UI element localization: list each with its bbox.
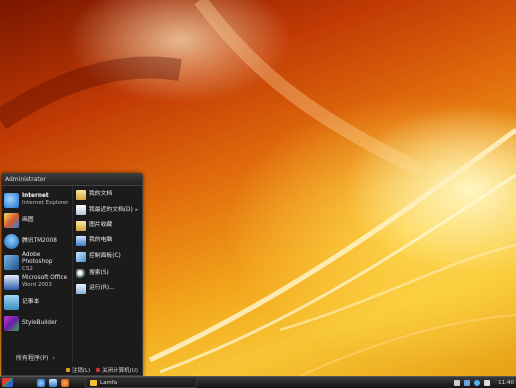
photoshop-icon: [4, 254, 19, 270]
program-title: 画图: [22, 216, 34, 223]
program-subtitle: Internet Explorer: [22, 200, 69, 206]
start-menu-footer: 注销(L) 关闭计算机(U): [2, 364, 142, 375]
paint-icon: [4, 212, 19, 228]
start-menu-places-column: 我的文档 我最近的文档(D) ▸ 图片收藏 我的电脑 控制面板(C) 搜索(S)…: [72, 186, 143, 361]
program-stylebuilder[interactable]: StyleBuilder: [4, 313, 72, 333]
log-off-label: 注销(L): [71, 367, 91, 374]
run-icon: [76, 283, 86, 294]
tray-keyboard-icon[interactable]: [454, 379, 461, 386]
program-paint[interactable]: 画图: [4, 210, 72, 230]
place-control-panel[interactable]: 控制面板(C): [76, 250, 142, 263]
place-my-pictures[interactable]: 图片收藏: [76, 219, 142, 232]
system-tray: 11:40: [454, 378, 514, 387]
quick-launch-show-desktop-icon[interactable]: [49, 378, 57, 387]
log-off-icon: [65, 368, 70, 372]
stylebuilder-icon: [4, 315, 19, 331]
program-notepad[interactable]: 记事本: [4, 292, 72, 312]
place-label: 我的电脑: [89, 237, 113, 244]
quick-launch-ie-icon[interactable]: [37, 378, 45, 387]
clock[interactable]: 11:40: [498, 380, 514, 386]
folder-icon: [90, 379, 97, 386]
program-photoshop[interactable]: Adobe Photoshop CS2: [4, 252, 72, 272]
place-my-computer[interactable]: 我的电脑: [76, 234, 142, 247]
taskbar-item-lamfa[interactable]: Lamfa: [85, 377, 197, 388]
program-title: StyleBuilder: [22, 319, 58, 326]
taskbar: Lamfa 11:40: [0, 376, 516, 388]
program-title: 腾讯TM2008: [22, 237, 57, 244]
program-word[interactable]: Microsoft Office Word 2003: [4, 272, 72, 292]
place-label: 运行(R)...: [89, 285, 115, 292]
start-menu: Administrator Internet Internet Explorer …: [1, 173, 143, 376]
word-icon: [4, 274, 19, 290]
place-run[interactable]: 运行(R)...: [76, 282, 142, 295]
internet-explorer-icon: [4, 192, 19, 208]
submenu-arrow-icon: ▸: [135, 207, 138, 213]
all-programs-button[interactable]: 所有程序(P) ›: [16, 353, 55, 362]
my-computer-icon: [76, 235, 86, 246]
place-label: 我最近的文档(D): [89, 206, 133, 213]
program-tencent-tm[interactable]: 腾讯TM2008: [4, 231, 72, 251]
search-icon: [76, 268, 86, 279]
taskbar-item-label: Lamfa: [100, 379, 118, 386]
shut-down-button[interactable]: 关闭计算机(U): [96, 366, 138, 374]
control-panel-icon: [76, 251, 86, 262]
tray-qq-icon[interactable]: [474, 379, 481, 386]
program-subtitle: Word 2003: [22, 282, 52, 288]
shut-down-label: 关闭计算机(U): [102, 367, 138, 374]
program-title: Microsoft Office: [22, 275, 68, 281]
place-recent-documents[interactable]: 我最近的文档(D) ▸: [76, 202, 142, 218]
chevron-right-icon: ›: [52, 355, 55, 362]
program-title: 记事本: [22, 298, 40, 305]
place-label: 控制面板(C): [89, 253, 121, 260]
my-documents-icon: [76, 189, 86, 200]
place-label: 搜索(S): [89, 270, 109, 277]
place-label: 我的文档: [89, 191, 113, 198]
tencent-tm-icon: [4, 233, 19, 249]
recent-documents-icon: [76, 205, 86, 215]
my-pictures-icon: [76, 220, 86, 231]
start-menu-programs-column: Internet Internet Explorer 画图 腾讯TM2008 Ad…: [2, 186, 72, 346]
all-programs-label: 所有程序(P): [16, 355, 49, 362]
place-search[interactable]: 搜索(S): [76, 267, 142, 280]
place-label: 图片收藏: [89, 222, 113, 229]
log-off-button[interactable]: 注销(L): [65, 366, 91, 374]
tray-volume-icon[interactable]: [484, 379, 491, 386]
notepad-icon: [4, 294, 19, 310]
program-internet-explorer[interactable]: Internet Internet Explorer: [4, 190, 72, 210]
tray-network-icon[interactable]: [464, 379, 471, 386]
start-menu-user-name: Administrator: [2, 174, 142, 186]
program-title: Adobe Photoshop: [22, 251, 53, 265]
place-my-documents[interactable]: 我的文档: [76, 188, 142, 201]
program-title: Internet: [22, 193, 49, 199]
power-icon: [96, 368, 101, 372]
start-button[interactable]: [2, 378, 13, 387]
quick-launch-firefox-icon[interactable]: [61, 378, 69, 387]
